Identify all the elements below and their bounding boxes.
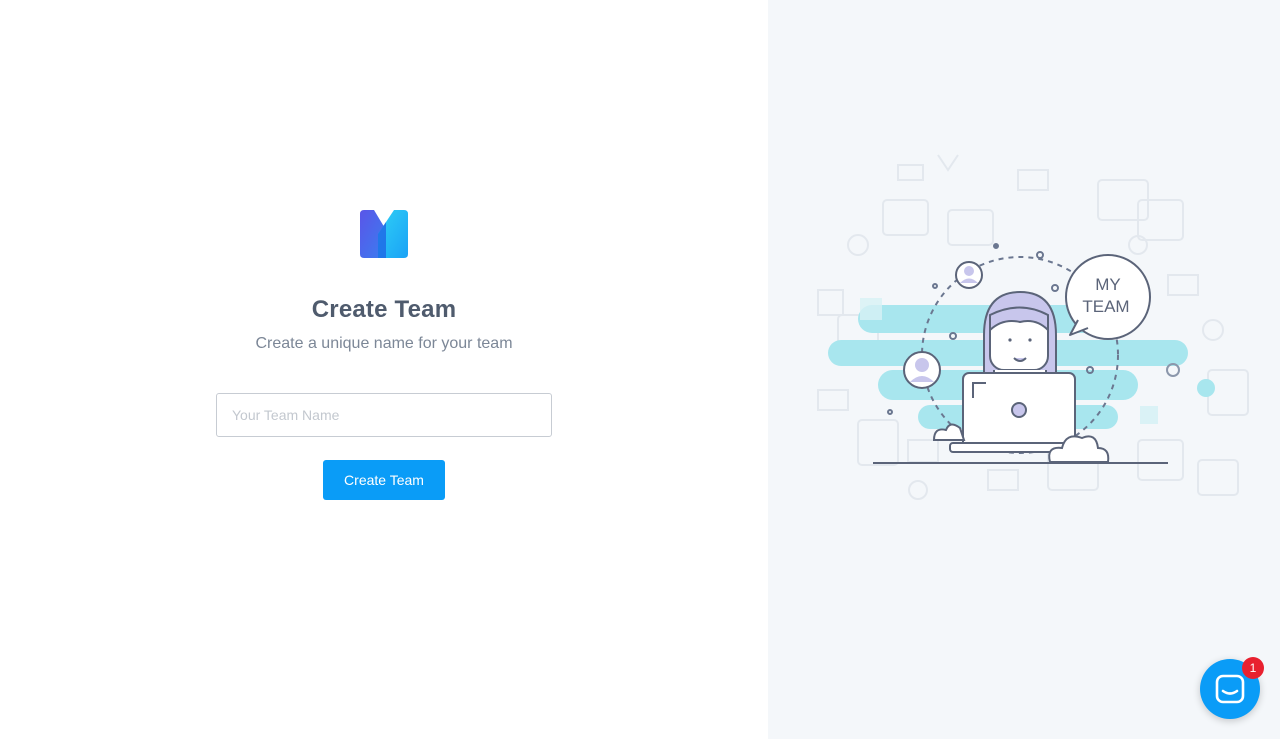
avatar-top [955, 261, 983, 289]
unread-badge: 1 [1242, 657, 1264, 679]
avatar-left [903, 351, 941, 389]
illustration-panel: MY TEAM [768, 0, 1280, 739]
bubble-text-line2: TEAM [1082, 297, 1129, 316]
page-subtitle: Create a unique name for your team [255, 335, 513, 352]
person-figure [983, 290, 1057, 386]
team-illustration: MY TEAM [817, 154, 1249, 500]
brand-logo-icon [360, 210, 408, 258]
page-title: Create Team [311, 296, 457, 323]
bubble-text-line1: MY [1095, 275, 1121, 294]
speech-bubble: MY TEAM [1065, 254, 1151, 340]
team-name-input[interactable] [216, 393, 552, 437]
create-team-button[interactable]: Create Team [323, 460, 445, 500]
create-team-panel: Create Team Create a unique name for you… [0, 0, 768, 739]
chat-icon [1215, 674, 1245, 704]
